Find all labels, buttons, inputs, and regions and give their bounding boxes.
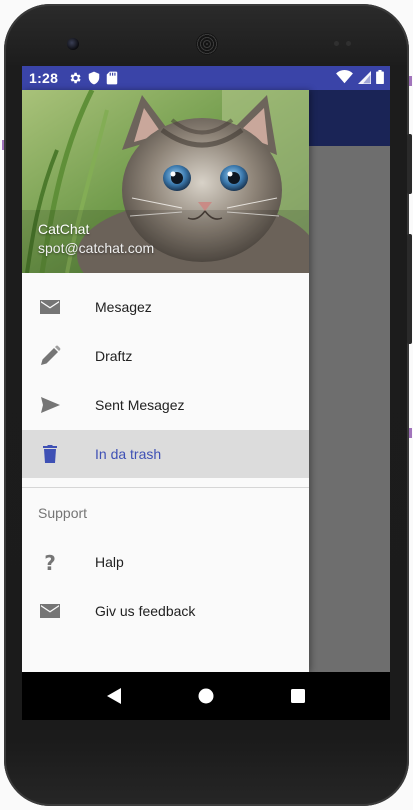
- wifi-icon: [336, 70, 353, 84]
- status-bar: 1:28: [22, 66, 390, 90]
- home-icon[interactable]: [194, 684, 218, 708]
- drawer-item-label: Halp: [95, 554, 124, 570]
- drawer-item-label: In da trash: [95, 446, 162, 462]
- help-icon: ?: [44, 551, 56, 574]
- drawer-item-in-da-trash[interactable]: In da trash: [22, 430, 309, 478]
- mail-icon: [40, 604, 60, 618]
- volume-button: [407, 134, 412, 194]
- send-icon: [41, 397, 60, 413]
- power-button: [407, 234, 412, 344]
- drawer-item-label: Giv us feedback: [95, 603, 196, 619]
- signal-icon: [358, 70, 371, 84]
- proximity-sensor: [334, 41, 339, 46]
- drawer-item-halp[interactable]: ? Halp: [22, 538, 309, 586]
- system-navigation-bar: [22, 672, 390, 720]
- sd-card-icon: [106, 71, 118, 85]
- settings-icon: [70, 72, 81, 84]
- light-sensor: [346, 41, 351, 46]
- header-app-name: CatChat: [38, 221, 90, 237]
- drawer-item-sent-mesagez[interactable]: Sent Mesagez: [22, 381, 309, 429]
- drawer-item-label: Sent Mesagez: [95, 397, 185, 413]
- back-icon[interactable]: [102, 684, 126, 708]
- earpiece-speaker: [196, 33, 218, 55]
- drawer-item-feedback[interactable]: Giv us feedback: [22, 587, 309, 635]
- svg-text:?: ?: [44, 551, 56, 574]
- drawer-divider: [22, 487, 309, 488]
- drawer-item-mesagez[interactable]: Mesagez: [22, 283, 309, 331]
- trash-icon: [43, 445, 57, 463]
- header-email: spot@catchat.com: [38, 240, 155, 256]
- support-subheader: Support: [38, 505, 88, 521]
- status-time: 1:28: [29, 70, 59, 86]
- drawer-item-label: Draftz: [95, 348, 133, 364]
- mail-icon: [40, 300, 60, 314]
- battery-icon: [376, 70, 384, 84]
- shield-icon: [88, 71, 100, 85]
- drawer-item-draftz[interactable]: Draftz: [22, 332, 309, 380]
- navigation-drawer: CatChat spot@catchat.com Mesagez Draftz …: [22, 90, 309, 672]
- recents-icon[interactable]: [286, 684, 310, 708]
- front-camera: [67, 38, 79, 50]
- phone-screen: 1:28 CatChat spot@catchat.com Mesagez Dr…: [22, 66, 390, 672]
- pencil-icon: [41, 345, 61, 365]
- drawer-header: CatChat spot@catchat.com: [22, 90, 309, 273]
- drawer-item-label: Mesagez: [95, 299, 152, 315]
